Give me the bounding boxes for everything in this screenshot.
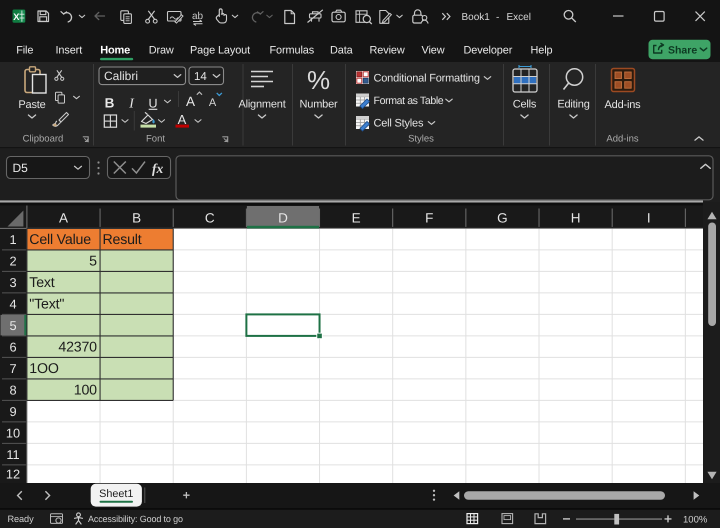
svg-text:Help: Help xyxy=(531,45,553,57)
svg-text:ab: ab xyxy=(192,11,204,22)
svg-text:A: A xyxy=(59,211,68,226)
svg-text:fx: fx xyxy=(152,161,163,176)
svg-text:Styles: Styles xyxy=(408,133,434,144)
svg-text:D5: D5 xyxy=(13,161,29,175)
svg-text:9: 9 xyxy=(9,404,16,419)
svg-text:5: 5 xyxy=(89,254,97,270)
svg-text:1: 1 xyxy=(9,232,16,247)
svg-text:12: 12 xyxy=(6,467,20,482)
svg-text:Cell Value: Cell Value xyxy=(29,232,91,248)
svg-text:View: View xyxy=(422,45,445,57)
svg-text:3: 3 xyxy=(9,275,16,290)
svg-text:Font: Font xyxy=(146,133,165,144)
svg-text:Calibri: Calibri xyxy=(104,69,138,83)
svg-text:D: D xyxy=(278,211,288,226)
svg-text:Share: Share xyxy=(668,44,697,56)
svg-text:B: B xyxy=(132,211,141,226)
svg-text:Format as Table: Format as Table xyxy=(374,95,444,107)
svg-text:2: 2 xyxy=(9,253,16,268)
svg-text:10: 10 xyxy=(6,425,20,440)
svg-text:Clipboard: Clipboard xyxy=(23,133,64,144)
svg-text:%: % xyxy=(307,65,330,95)
svg-text:F: F xyxy=(425,211,433,226)
svg-text:I: I xyxy=(647,211,651,226)
svg-text:Result: Result xyxy=(102,232,141,248)
svg-text:H: H xyxy=(571,211,581,226)
svg-text:Paste: Paste xyxy=(18,99,45,111)
svg-text:E: E xyxy=(352,211,361,226)
svg-text:Page Layout: Page Layout xyxy=(190,45,250,57)
svg-text:Cells: Cells xyxy=(513,98,537,110)
svg-text:C: C xyxy=(205,211,215,226)
svg-text:Text: Text xyxy=(29,275,54,291)
svg-text:Formulas: Formulas xyxy=(270,45,315,57)
svg-text:Accessibility: Good to go: Accessibility: Good to go xyxy=(88,514,183,524)
svg-text:Editing: Editing xyxy=(557,98,589,110)
svg-text:14: 14 xyxy=(194,71,207,83)
svg-text:Draw: Draw xyxy=(149,45,174,57)
svg-text:Sheet1: Sheet1 xyxy=(99,488,133,500)
svg-text:6: 6 xyxy=(9,339,16,354)
svg-text:Data: Data xyxy=(330,45,354,57)
svg-text:4: 4 xyxy=(9,296,16,311)
svg-text:42370: 42370 xyxy=(58,340,97,356)
svg-text:A: A xyxy=(209,97,217,109)
svg-text:Add-ins: Add-ins xyxy=(606,133,638,144)
svg-text:1OO: 1OO xyxy=(29,361,59,377)
svg-text:5: 5 xyxy=(9,318,16,333)
svg-text:Ready: Ready xyxy=(8,514,35,524)
svg-text:Insert: Insert xyxy=(56,45,83,57)
svg-text:Excel: Excel xyxy=(507,12,531,23)
svg-text:"Text": "Text" xyxy=(29,297,64,313)
svg-text:U: U xyxy=(148,97,157,111)
svg-text:Book1: Book1 xyxy=(462,12,491,23)
svg-text:7: 7 xyxy=(9,361,16,376)
svg-text:Alignment: Alignment xyxy=(238,98,285,110)
svg-text:100: 100 xyxy=(74,383,97,399)
svg-text:Developer: Developer xyxy=(464,45,513,57)
svg-text:Cell Styles: Cell Styles xyxy=(374,118,424,130)
svg-text:100%: 100% xyxy=(683,514,708,525)
svg-text:G: G xyxy=(497,211,508,226)
svg-text:Conditional Formatting: Conditional Formatting xyxy=(374,73,480,85)
svg-text:Number: Number xyxy=(300,98,338,110)
svg-text:8: 8 xyxy=(9,382,16,397)
svg-text:A: A xyxy=(186,94,195,109)
svg-text:B: B xyxy=(105,96,115,111)
svg-text:X: X xyxy=(13,11,20,22)
svg-text:Review: Review xyxy=(370,45,405,57)
svg-text:11: 11 xyxy=(6,447,19,462)
svg-text:Add-ins: Add-ins xyxy=(605,99,642,111)
svg-text:Home: Home xyxy=(100,45,130,57)
svg-text:-: - xyxy=(496,12,499,23)
svg-text:File: File xyxy=(16,45,33,57)
